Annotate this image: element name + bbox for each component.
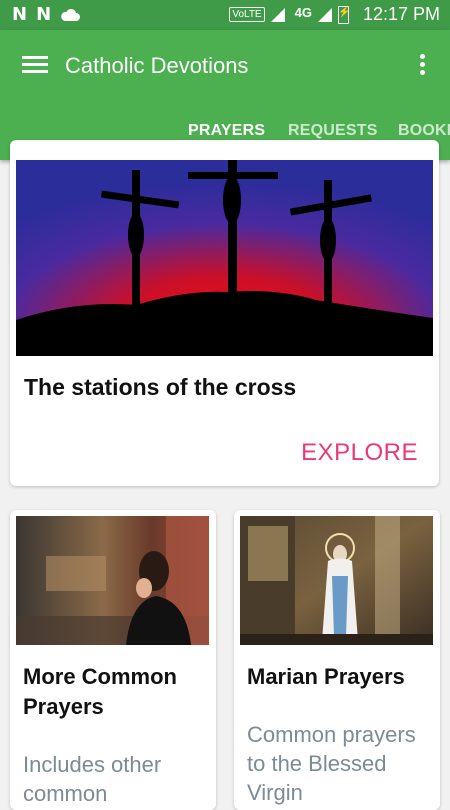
card-description: Common prayers to the Blessed Virgin [247, 722, 416, 805]
praying-woman-image [16, 516, 209, 645]
tab-requests[interactable]: REQUESTS [288, 122, 378, 140]
card-title: Marian Prayers [247, 664, 405, 689]
crucifixion-image [16, 160, 433, 356]
app-title: Catholic Devotions [65, 53, 249, 78]
overflow-menu-icon[interactable] [416, 54, 428, 78]
marian-prayers-card[interactable]: Marian Prayers Common prayers to the Ble… [234, 510, 440, 810]
card-title: The stations of the cross [24, 374, 297, 400]
signal-icon [270, 7, 285, 22]
stations-card[interactable]: The stations of the cross EXPLORE [10, 140, 439, 486]
battery-icon [337, 5, 350, 24]
explore-button[interactable]: EXPLORE [301, 439, 418, 467]
tab-bookmarks[interactable]: BOOKMARKS [398, 122, 450, 140]
virgin-mary-statue-image [240, 516, 433, 645]
notification-n-icon: N [12, 4, 28, 25]
volte-badge: VoLTE [229, 7, 265, 22]
tab-prayers[interactable]: PRAYERS [188, 122, 265, 140]
notification-n-icon: N [36, 4, 52, 25]
signal-icon [317, 7, 332, 22]
card-description: Includes other common [23, 752, 162, 806]
cloud-icon [61, 8, 81, 21]
status-bar: N N VoLTE 4G 12:17 PM [0, 0, 450, 30]
common-prayers-card[interactable]: More Common Prayers Includes other commo… [10, 510, 216, 810]
menu-icon[interactable] [22, 56, 48, 74]
card-title: More Common Prayers [23, 664, 177, 719]
network-type: 4G [294, 5, 312, 20]
clock: 12:17 PM [362, 4, 440, 24]
